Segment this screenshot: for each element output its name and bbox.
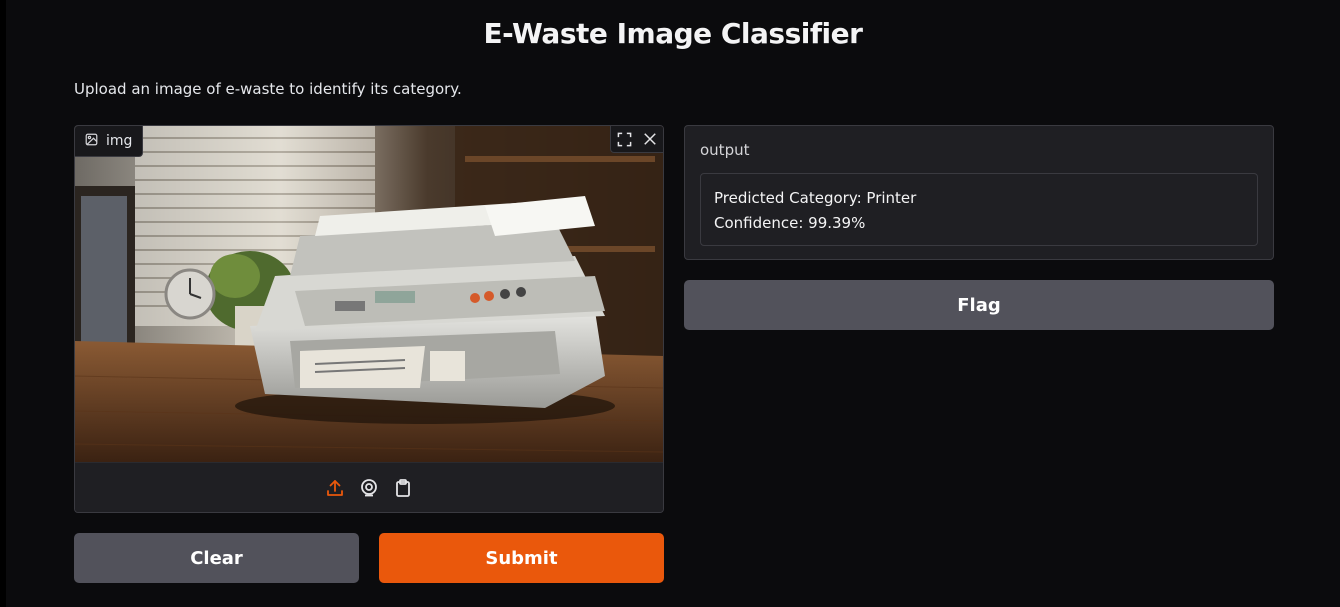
clipboard-icon[interactable] <box>392 477 414 499</box>
output-label: output <box>700 141 750 159</box>
output-panel: output Predicted Category: Printer Confi… <box>684 125 1274 260</box>
image-input-panel: img <box>74 125 664 513</box>
page-description: Upload an image of e-waste to identify i… <box>74 80 462 98</box>
image-input-label: img <box>75 126 144 157</box>
image-source-bar <box>75 462 663 512</box>
upload-icon[interactable] <box>324 477 346 499</box>
image-input-label-text: img <box>106 133 133 149</box>
image-preview[interactable] <box>75 126 663 462</box>
clear-button[interactable]: Clear <box>74 533 359 583</box>
image-toolbar <box>610 126 663 153</box>
app-root: E-Waste Image Classifier Upload an image… <box>6 0 1340 607</box>
output-textbox[interactable]: Predicted Category: Printer Confidence: … <box>700 173 1258 246</box>
submit-button[interactable]: Submit <box>379 533 664 583</box>
fullscreen-icon[interactable] <box>611 126 637 152</box>
image-icon <box>85 133 98 150</box>
confidence-text: Confidence: 99.39% <box>714 214 866 232</box>
page-title: E-Waste Image Classifier <box>483 17 863 50</box>
printer-photo <box>75 126 663 462</box>
close-icon[interactable] <box>637 126 663 152</box>
webcam-icon[interactable] <box>358 477 380 499</box>
predicted-category-text: Predicted Category: Printer <box>714 189 917 207</box>
flag-button[interactable]: Flag <box>684 280 1274 330</box>
